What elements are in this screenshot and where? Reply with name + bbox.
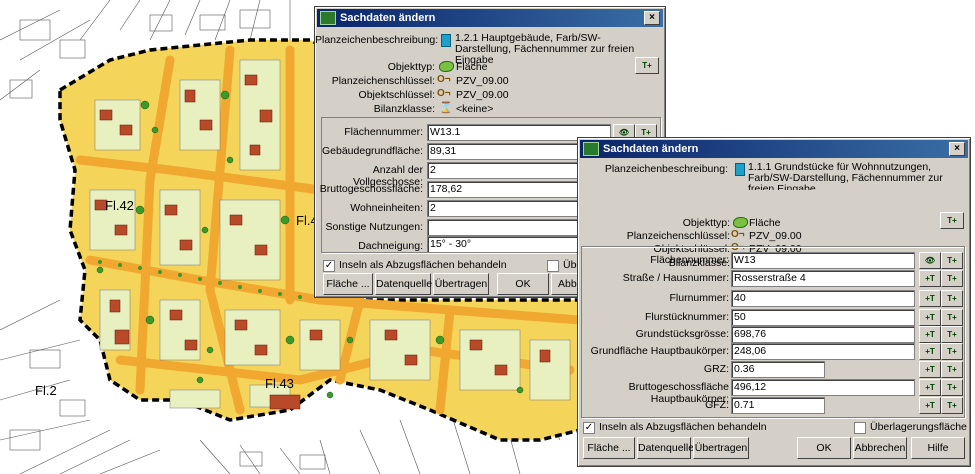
- objektschluessel-value: PZV_09.00: [456, 89, 509, 101]
- datenquelle-button[interactable]: Datenquelle: [375, 273, 432, 295]
- key-icon: O¬: [437, 74, 451, 85]
- desc-label: Planzeichenbeschreibung:: [604, 163, 728, 175]
- map-label-fl43: Fl.43: [265, 376, 294, 391]
- field-label: Sonstige Nutzungen:: [325, 221, 423, 233]
- area-shape-icon: [733, 217, 748, 228]
- field-label: Gebäudegrundfläche:: [322, 145, 423, 157]
- inseln-checkbox[interactable]: ✓: [323, 260, 335, 272]
- document-icon: [735, 163, 745, 176]
- key-icon: O¬: [437, 88, 451, 99]
- key-icon: O¬: [731, 229, 745, 240]
- uebertragen-button[interactable]: Übertragen: [433, 273, 489, 295]
- flaeche-button[interactable]: Fläche ...: [323, 273, 373, 295]
- desc-label: Planzeichenbeschreibung:: [315, 34, 439, 46]
- field-label: Flächennummer:: [344, 126, 423, 138]
- psk-value: PZV_09.00: [456, 75, 509, 87]
- inseln-label: Inseln als Abzugsflächen behandeln: [339, 259, 507, 271]
- close-button[interactable]: ×: [949, 142, 965, 156]
- hourglass-icon: ⌛: [439, 102, 453, 114]
- bilanzklasse-value: <keine>: [749, 257, 787, 269]
- objektschluessel-value: PZV_09.00: [749, 243, 802, 255]
- map-label-fl42: Fl.42: [105, 198, 134, 213]
- dialog-sachdaten-2: Sachdaten ändern × Planzeichenbeschreibu…: [577, 137, 971, 467]
- objekttyp-label: Objekttyp:: [387, 61, 435, 73]
- document-icon: [441, 34, 451, 47]
- field-label: Dachneigung:: [358, 240, 423, 252]
- objekttyp-label: Objekttyp:: [682, 217, 730, 229]
- edit-button[interactable]: T+: [635, 57, 659, 74]
- hourglass-icon: ⌛: [733, 256, 747, 268]
- top-separator: [582, 246, 964, 248]
- objekttyp-value: Fläche: [749, 217, 781, 229]
- bilanzklasse-label: Bilanzklasse:: [668, 257, 730, 269]
- psk-label: Planzeichenschlüssel:: [626, 230, 730, 242]
- close-button[interactable]: ×: [644, 11, 660, 25]
- map-label-fl2: Fl.2: [35, 383, 57, 398]
- psk-value: PZV_09.00: [749, 230, 802, 242]
- dialog2-titlebar[interactable]: Sachdaten ändern ×: [580, 140, 968, 158]
- app-icon: [320, 11, 336, 25]
- area-shape-icon: [439, 61, 454, 72]
- psk-label: Planzeichenschlüssel:: [331, 75, 435, 87]
- desc-value: 1.1.1 Grundstücke für Wohnnutzungen, Far…: [748, 162, 943, 190]
- dialog1-title: Sachdaten ändern: [340, 12, 436, 24]
- bilanzklasse-label: Bilanzklasse:: [373, 103, 435, 115]
- bilanzklasse-value: <keine>: [456, 103, 494, 115]
- dialog1-titlebar[interactable]: Sachdaten ändern ×: [317, 9, 663, 27]
- objektschluessel-label: Objektschlüssel:: [653, 243, 730, 255]
- objekttyp-value: Fläche: [456, 61, 488, 73]
- edit-button[interactable]: T+: [940, 212, 964, 229]
- field-label: Bruttogeschossfläche:: [319, 183, 423, 195]
- objektschluessel-label: Objektschlüssel:: [358, 89, 435, 101]
- dialog2-title: Sachdaten ändern: [603, 143, 699, 155]
- app-icon: [583, 142, 599, 156]
- ueberlagerung-checkbox[interactable]: [547, 260, 559, 272]
- field-label: Wohneinheiten:: [350, 202, 423, 214]
- ok-button[interactable]: OK: [497, 273, 549, 295]
